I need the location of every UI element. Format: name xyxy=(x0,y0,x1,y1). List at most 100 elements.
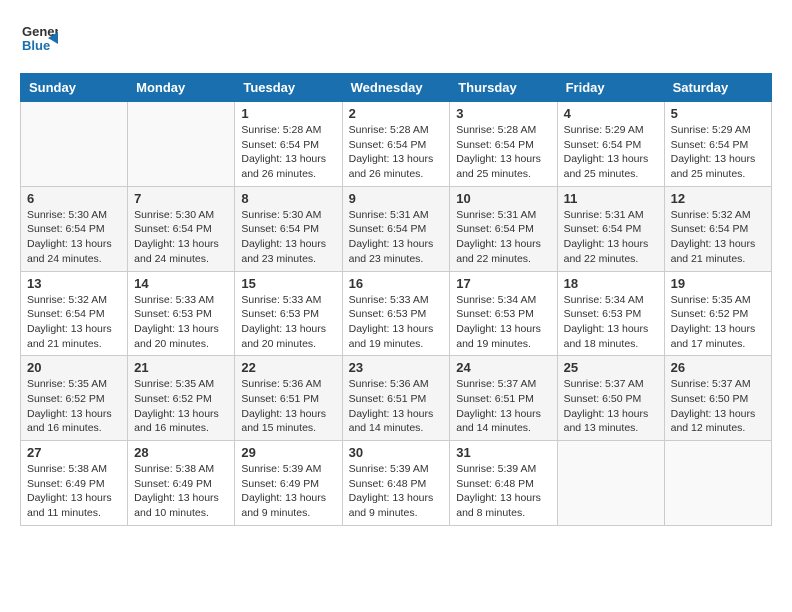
day-number: 30 xyxy=(349,445,444,460)
day-number: 16 xyxy=(349,276,444,291)
day-info: Sunrise: 5:34 AM Sunset: 6:53 PM Dayligh… xyxy=(456,293,550,352)
day-number: 12 xyxy=(671,191,765,206)
calendar-header-row: SundayMondayTuesdayWednesdayThursdayFrid… xyxy=(21,74,772,102)
calendar-cell: 5 Sunrise: 5:29 AM Sunset: 6:54 PM Daylig… xyxy=(664,102,771,187)
calendar-week-row: 27Sunrise: 5:38 AM Sunset: 6:49 PM Dayli… xyxy=(21,441,772,526)
calendar-cell: 20Sunrise: 5:35 AM Sunset: 6:52 PM Dayli… xyxy=(21,356,128,441)
calendar-cell: 4 Sunrise: 5:29 AM Sunset: 6:54 PM Daylig… xyxy=(557,102,664,187)
calendar-cell: 27Sunrise: 5:38 AM Sunset: 6:49 PM Dayli… xyxy=(21,441,128,526)
calendar-cell: 31 Sunrise: 5:39 AM Sunset: 6:48 PM Dayli… xyxy=(450,441,557,526)
calendar-cell: 16 Sunrise: 5:33 AM Sunset: 6:53 PM Dayli… xyxy=(342,271,450,356)
column-header-wednesday: Wednesday xyxy=(342,74,450,102)
day-info: Sunrise: 5:33 AM Sunset: 6:53 PM Dayligh… xyxy=(241,293,335,352)
day-number: 23 xyxy=(349,360,444,375)
day-info: Sunrise: 5:29 AM Sunset: 6:54 PM Dayligh… xyxy=(564,123,658,182)
day-info: Sunrise: 5:30 AM Sunset: 6:54 PM Dayligh… xyxy=(241,208,335,267)
day-number: 11 xyxy=(564,191,658,206)
calendar-cell: 29 Sunrise: 5:39 AM Sunset: 6:49 PM Dayli… xyxy=(235,441,342,526)
logo: General Blue xyxy=(20,20,58,63)
column-header-monday: Monday xyxy=(128,74,235,102)
calendar-cell xyxy=(557,441,664,526)
calendar-week-row: 20 Sunrise: 5:35 AM Sunset: 6:52 PM Dayli… xyxy=(21,356,772,441)
day-info: Sunrise: 5:36 AM Sunset: 6:51 PM Dayligh… xyxy=(241,377,335,436)
calendar-cell: 9 Sunrise: 5:31 AM Sunset: 6:54 PM Daylig… xyxy=(342,186,450,271)
calendar-cell: 15 Sunrise: 5:33 AM Sunset: 6:53 PM Dayli… xyxy=(235,271,342,356)
day-info: Sunrise: 5:28 AM Sunset: 6:54 PM Dayligh… xyxy=(456,123,550,182)
day-info: Sunrise: 5:33 AM Sunset: 6:53 PM Dayligh… xyxy=(349,293,444,352)
calendar-cell: 22 Sunrise: 5:36 AM Sunset: 6:51 PM Dayli… xyxy=(235,356,342,441)
day-info: Sunrise: 5:30 AM Sunset: 6:54 PM Dayligh… xyxy=(27,208,121,267)
day-info: Sunrise: 5:31 AM Sunset: 6:54 PM Dayligh… xyxy=(349,208,444,267)
day-number: 22 xyxy=(241,360,335,375)
day-info: Sunrise: 5:37 AM Sunset: 6:51 PM Dayligh… xyxy=(456,377,550,436)
day-info: Sunrise: 5:31 AM Sunset: 6:54 PM Dayligh… xyxy=(456,208,550,267)
day-info: Sunrise: 5:32 AM Sunset: 6:54 PM Dayligh… xyxy=(27,293,121,352)
calendar-week-row: 13 Sunrise: 5:32 AM Sunset: 6:54 PM Dayli… xyxy=(21,271,772,356)
day-number: 9 xyxy=(349,191,444,206)
day-info: Sunrise: 5:38 AM Sunset: 6:49 PM Dayligh… xyxy=(27,462,121,521)
day-number: 8 xyxy=(241,191,335,206)
logo-icon: General Blue xyxy=(20,20,58,58)
day-number: 24 xyxy=(456,360,550,375)
column-header-saturday: Saturday xyxy=(664,74,771,102)
day-info: Sunrise: 5:35 AM Sunset: 6:52 PM Dayligh… xyxy=(134,377,228,436)
day-number: 31 xyxy=(456,445,550,460)
calendar-cell: 17 Sunrise: 5:34 AM Sunset: 6:53 PM Dayli… xyxy=(450,271,557,356)
day-number: 17 xyxy=(456,276,550,291)
calendar-cell: 25 Sunrise: 5:37 AM Sunset: 6:50 PM Dayli… xyxy=(557,356,664,441)
calendar-cell: 18Sunrise: 5:34 AM Sunset: 6:53 PM Dayli… xyxy=(557,271,664,356)
column-header-tuesday: Tuesday xyxy=(235,74,342,102)
calendar-cell: 2 Sunrise: 5:28 AM Sunset: 6:54 PM Daylig… xyxy=(342,102,450,187)
page-header: General Blue xyxy=(20,20,772,63)
day-info: Sunrise: 5:36 AM Sunset: 6:51 PM Dayligh… xyxy=(349,377,444,436)
day-number: 19 xyxy=(671,276,765,291)
calendar-week-row: 6 Sunrise: 5:30 AM Sunset: 6:54 PM Daylig… xyxy=(21,186,772,271)
day-number: 13 xyxy=(27,276,121,291)
day-info: Sunrise: 5:37 AM Sunset: 6:50 PM Dayligh… xyxy=(564,377,658,436)
calendar-cell: 3 Sunrise: 5:28 AM Sunset: 6:54 PM Daylig… xyxy=(450,102,557,187)
calendar-cell xyxy=(664,441,771,526)
day-info: Sunrise: 5:39 AM Sunset: 6:48 PM Dayligh… xyxy=(349,462,444,521)
day-number: 18 xyxy=(564,276,658,291)
column-header-thursday: Thursday xyxy=(450,74,557,102)
day-number: 7 xyxy=(134,191,228,206)
calendar-cell: 30 Sunrise: 5:39 AM Sunset: 6:48 PM Dayli… xyxy=(342,441,450,526)
calendar-cell: 10 Sunrise: 5:31 AM Sunset: 6:54 PM Dayli… xyxy=(450,186,557,271)
calendar-cell: 19 Sunrise: 5:35 AM Sunset: 6:52 PM Dayli… xyxy=(664,271,771,356)
calendar-cell: 1Sunrise: 5:28 AM Sunset: 6:54 PM Daylig… xyxy=(235,102,342,187)
day-number: 6 xyxy=(27,191,121,206)
calendar-cell: 7 Sunrise: 5:30 AM Sunset: 6:54 PM Daylig… xyxy=(128,186,235,271)
calendar-cell: 24 Sunrise: 5:37 AM Sunset: 6:51 PM Dayli… xyxy=(450,356,557,441)
calendar-cell: 23 Sunrise: 5:36 AM Sunset: 6:51 PM Dayli… xyxy=(342,356,450,441)
calendar-week-row: 1Sunrise: 5:28 AM Sunset: 6:54 PM Daylig… xyxy=(21,102,772,187)
calendar-cell xyxy=(21,102,128,187)
day-number: 25 xyxy=(564,360,658,375)
day-number: 4 xyxy=(564,106,658,121)
calendar-cell: 14 Sunrise: 5:33 AM Sunset: 6:53 PM Dayli… xyxy=(128,271,235,356)
column-header-sunday: Sunday xyxy=(21,74,128,102)
day-info: Sunrise: 5:37 AM Sunset: 6:50 PM Dayligh… xyxy=(671,377,765,436)
day-number: 21 xyxy=(134,360,228,375)
day-number: 3 xyxy=(456,106,550,121)
day-number: 14 xyxy=(134,276,228,291)
calendar-cell: 12Sunrise: 5:32 AM Sunset: 6:54 PM Dayli… xyxy=(664,186,771,271)
day-info: Sunrise: 5:29 AM Sunset: 6:54 PM Dayligh… xyxy=(671,123,765,182)
day-info: Sunrise: 5:39 AM Sunset: 6:49 PM Dayligh… xyxy=(241,462,335,521)
day-number: 15 xyxy=(241,276,335,291)
day-number: 5 xyxy=(671,106,765,121)
day-info: Sunrise: 5:28 AM Sunset: 6:54 PM Dayligh… xyxy=(349,123,444,182)
calendar-cell: 28Sunrise: 5:38 AM Sunset: 6:49 PM Dayli… xyxy=(128,441,235,526)
day-info: Sunrise: 5:30 AM Sunset: 6:54 PM Dayligh… xyxy=(134,208,228,267)
day-info: Sunrise: 5:33 AM Sunset: 6:53 PM Dayligh… xyxy=(134,293,228,352)
day-number: 10 xyxy=(456,191,550,206)
day-info: Sunrise: 5:35 AM Sunset: 6:52 PM Dayligh… xyxy=(671,293,765,352)
day-number: 2 xyxy=(349,106,444,121)
calendar-cell: 21 Sunrise: 5:35 AM Sunset: 6:52 PM Dayli… xyxy=(128,356,235,441)
calendar-cell: 11Sunrise: 5:31 AM Sunset: 6:54 PM Dayli… xyxy=(557,186,664,271)
day-info: Sunrise: 5:39 AM Sunset: 6:48 PM Dayligh… xyxy=(456,462,550,521)
day-info: Sunrise: 5:38 AM Sunset: 6:49 PM Dayligh… xyxy=(134,462,228,521)
day-number: 29 xyxy=(241,445,335,460)
calendar-cell: 26Sunrise: 5:37 AM Sunset: 6:50 PM Dayli… xyxy=(664,356,771,441)
calendar-cell: 8 Sunrise: 5:30 AM Sunset: 6:54 PM Daylig… xyxy=(235,186,342,271)
day-number: 20 xyxy=(27,360,121,375)
